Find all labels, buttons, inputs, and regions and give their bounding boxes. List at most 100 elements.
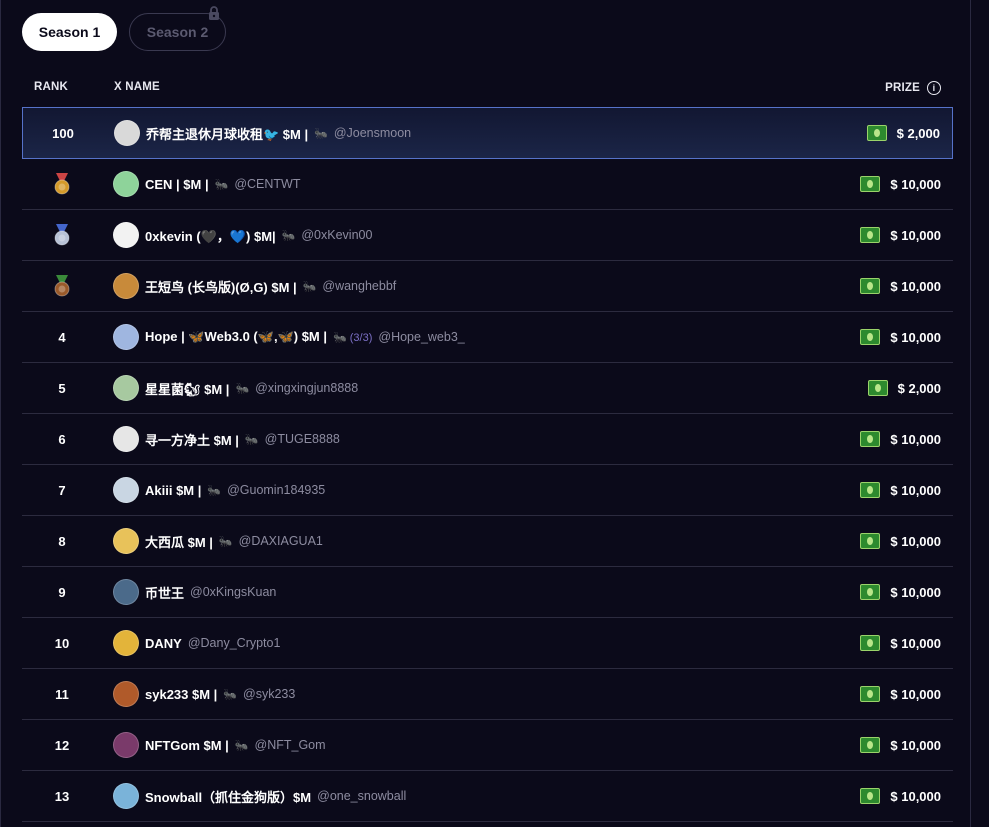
ant-icon: 🐜 xyxy=(235,382,250,395)
prize-cell: $ 10,000 xyxy=(860,312,941,362)
x-handle[interactable]: @Hope_web3_ xyxy=(378,330,464,344)
table-row[interactable]: 6 寻一方净土 $M | 🐜 @TUGE8888 $ 10,000 xyxy=(22,414,953,465)
x-handle[interactable]: @Joensmoon xyxy=(334,126,411,140)
table-row[interactable]: CEN | $M | 🐜 @CENTWT $ 10,000 xyxy=(22,159,953,210)
rank-number: 11 xyxy=(55,686,69,702)
avatar[interactable] xyxy=(113,732,139,758)
avatar[interactable] xyxy=(113,222,139,248)
rank-cell: 9 xyxy=(40,567,84,617)
prize-amount: $ 10,000 xyxy=(890,533,941,549)
rank-number: 100 xyxy=(52,125,74,141)
money-icon xyxy=(867,380,888,396)
display-name[interactable]: Snowball（抓住金狗版）$M xyxy=(145,787,311,806)
ant-icon: 🐜 xyxy=(244,433,259,446)
prize-cell: $ 10,000 xyxy=(860,210,941,260)
prize-amount: $ 2,000 xyxy=(897,380,941,396)
rank-number: 10 xyxy=(54,635,70,651)
name-cell: 大西瓜 $M | 🐜 @DAXIAGUA1 xyxy=(113,516,323,566)
money-icon xyxy=(860,584,881,600)
name-cell: syk233 $M | 🐜 @syk233 xyxy=(113,669,295,719)
table-row[interactable]: 100 乔帮主退休月球收租🐦 $M | 🐜 @Joensmoon $ 2,000 xyxy=(22,107,953,159)
right-border xyxy=(970,0,971,827)
avatar[interactable] xyxy=(113,375,139,401)
x-handle[interactable]: @DAXIAGUA1 xyxy=(239,534,323,548)
prize-amount: $ 10,000 xyxy=(890,278,941,294)
table-row[interactable]: 11 syk233 $M | 🐜 @syk233 $ 10,000 xyxy=(22,669,953,720)
display-name[interactable]: 0xkevin (🖤，💙) $M| xyxy=(145,226,276,245)
x-handle[interactable]: @CENTWT xyxy=(234,177,300,191)
avatar[interactable] xyxy=(113,324,139,350)
name-cell: Akiii $M | 🐜 @Guomin184935 xyxy=(113,465,325,515)
display-name[interactable]: CEN | $M | xyxy=(145,177,209,192)
name-cell: DANY @Dany_Crypto1 xyxy=(113,618,280,668)
rank-number: 6 xyxy=(58,431,66,447)
table-row[interactable]: 王短鸟 (长鸟版)(Ø,G) $M | 🐜 @wanghebbf $ 10,000 xyxy=(22,261,953,312)
table-row[interactable]: 5 星星菌🐿 $M | 🐜 @xingxingjun8888 $ 2,000 xyxy=(22,363,953,414)
display-name[interactable]: NFTGom $M | xyxy=(145,738,229,753)
rank-cell: 5 xyxy=(40,363,84,413)
table-row[interactable]: 0xkevin (🖤，💙) $M| 🐜 @0xKevin00 $ 10,000 xyxy=(22,210,953,261)
display-name[interactable]: 寻一方净土 $M | xyxy=(145,430,239,449)
x-handle[interactable]: @TUGE8888 xyxy=(265,432,340,446)
season-tabs: Season 1 Season 2 xyxy=(22,6,226,51)
bronze-medal-icon xyxy=(54,275,70,297)
table-row[interactable]: 12 NFTGom $M | 🐜 @NFT_Gom $ 10,000 xyxy=(22,720,953,771)
silver-medal-icon xyxy=(54,224,70,246)
name-cell: Snowball（抓住金狗版）$M @one_snowball xyxy=(113,771,406,821)
display-name[interactable]: DANY xyxy=(145,636,182,651)
avatar[interactable] xyxy=(113,171,139,197)
display-name[interactable]: 星星菌🐿 $M | xyxy=(145,379,229,398)
prize-cell: $ 10,000 xyxy=(860,618,941,668)
prize-amount: $ 10,000 xyxy=(890,431,941,447)
tab-season-1[interactable]: Season 1 xyxy=(22,13,117,51)
x-handle[interactable]: @syk233 xyxy=(243,687,295,701)
name-cell: 寻一方净土 $M | 🐜 @TUGE8888 xyxy=(113,414,340,464)
table-row[interactable]: 7 Akiii $M | 🐜 @Guomin184935 $ 10,000 xyxy=(22,465,953,516)
display-name[interactable]: 大西瓜 $M | xyxy=(145,532,213,551)
table-row[interactable]: 9 币世王 @0xKingsKuan $ 10,000 xyxy=(22,567,953,618)
avatar[interactable] xyxy=(113,426,139,452)
x-handle[interactable]: @Dany_Crypto1 xyxy=(188,636,281,650)
tab-season-2[interactable]: Season 2 xyxy=(129,6,226,51)
rank-cell xyxy=(40,261,84,311)
x-handle[interactable]: @one_snowball xyxy=(317,789,406,803)
ant-icon: 🐜 xyxy=(214,178,229,191)
display-name[interactable]: Hope | 🦋Web3.0 (🦋,🦋) $M | xyxy=(145,329,327,345)
money-icon xyxy=(866,125,887,141)
display-name[interactable]: Akiii $M | xyxy=(145,483,201,498)
money-icon xyxy=(860,482,881,498)
prize-amount: $ 2,000 xyxy=(896,125,940,141)
table-row[interactable]: 13 Snowball（抓住金狗版）$M @one_snowball $ 10,000 xyxy=(22,771,953,822)
x-handle[interactable]: @Guomin184935 xyxy=(227,483,325,497)
x-handle[interactable]: @wanghebbf xyxy=(322,279,396,293)
avatar[interactable] xyxy=(113,579,139,605)
gold-medal-icon xyxy=(54,173,70,195)
avatar[interactable] xyxy=(114,120,140,146)
x-handle[interactable]: @NFT_Gom xyxy=(255,738,326,752)
table-row[interactable]: 4 Hope | 🦋Web3.0 (🦋,🦋) $M | 🐜 (3/3) @Hope_w… xyxy=(22,312,953,363)
prize-amount: $ 10,000 xyxy=(890,635,941,651)
info-icon[interactable]: i xyxy=(927,81,941,95)
x-handle[interactable]: @xingxingjun8888 xyxy=(255,381,358,395)
avatar[interactable] xyxy=(113,477,139,503)
money-icon xyxy=(860,227,881,243)
name-cell: 乔帮主退休月球收租🐦 $M | 🐜 @Joensmoon xyxy=(114,108,411,158)
avatar[interactable] xyxy=(113,528,139,554)
rank-number: 5 xyxy=(58,380,66,396)
display-name[interactable]: syk233 $M | xyxy=(145,687,217,702)
rank-number: 9 xyxy=(58,584,66,600)
avatar[interactable] xyxy=(113,783,139,809)
avatar[interactable] xyxy=(113,273,139,299)
table-row[interactable]: 8 大西瓜 $M | 🐜 @DAXIAGUA1 $ 10,000 xyxy=(22,516,953,567)
rank-cell: 7 xyxy=(40,465,84,515)
table-row[interactable]: 10 DANY @Dany_Crypto1 $ 10,000 xyxy=(22,618,953,669)
x-handle[interactable]: @0xKevin00 xyxy=(301,228,372,242)
prize-cell: $ 10,000 xyxy=(860,159,941,209)
prize-amount: $ 10,000 xyxy=(890,482,941,498)
x-handle[interactable]: @0xKingsKuan xyxy=(190,585,276,599)
avatar[interactable] xyxy=(113,630,139,656)
display-name[interactable]: 币世王 xyxy=(145,583,184,602)
avatar[interactable] xyxy=(113,681,139,707)
display-name[interactable]: 乔帮主退休月球收租🐦 $M | xyxy=(146,124,308,143)
display-name[interactable]: 王短鸟 (长鸟版)(Ø,G) $M | xyxy=(145,277,297,296)
